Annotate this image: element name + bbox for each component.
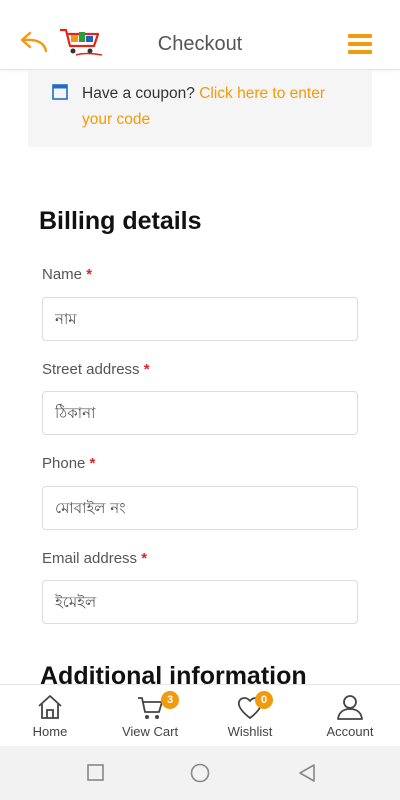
street-address-field[interactable] [42,391,358,435]
nav-home[interactable]: Home [0,685,100,747]
recent-apps-icon[interactable] [86,763,106,783]
home-icon [38,695,62,719]
page-title: Checkout [157,33,243,55]
window-icon [52,84,68,100]
coupon-prompt: Have a coupon? [82,85,195,102]
email-address-label: Email address * [42,550,148,567]
billing-details-heading: Billing details [39,207,202,235]
email-field[interactable] [42,580,358,624]
street-address-label: Street address * [42,361,150,378]
system-navigation-bar [0,746,400,800]
phone-label: Phone * [42,455,96,472]
bottom-nav: Home 3 View Cart 0 Wishlist Account [0,684,400,746]
hamburger-menu-icon[interactable] [348,34,372,54]
user-icon [337,695,363,720]
wishlist-count-badge: 0 [255,691,273,709]
cart-count-badge: 3 [161,691,179,709]
name-label: Name * [42,266,93,283]
nav-account[interactable]: Account [300,685,400,747]
nav-view-cart[interactable]: 3 View Cart [100,685,200,747]
nav-wishlist[interactable]: 0 Wishlist [200,685,300,747]
app-header: Checkout [0,0,400,70]
home-circle-icon[interactable] [190,763,210,783]
name-field[interactable] [42,297,358,341]
coupon-notice: Have a coupon? Click here to enter your … [28,70,372,147]
phone-field[interactable] [42,486,358,530]
cart-icon [138,697,163,719]
back-triangle-icon[interactable] [297,763,317,783]
